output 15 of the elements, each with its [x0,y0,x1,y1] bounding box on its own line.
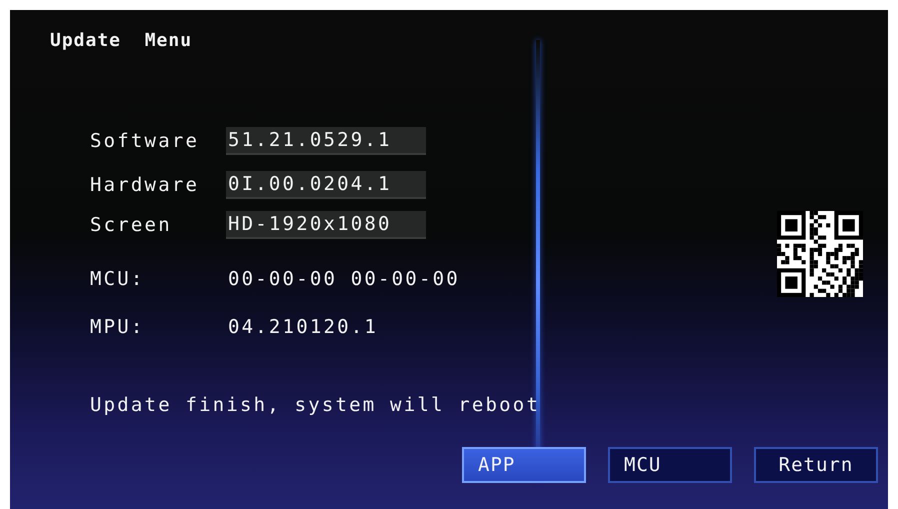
field-label: MCU: [90,268,146,290]
field-value: 04.210120.1 [227,316,380,338]
menu-button[interactable]: Return [754,447,878,483]
value-field: 0I.00.0204.1 [226,171,426,199]
field-value: 00-00-00 00-00-00 [227,268,461,290]
field-label: MPU: [90,316,146,338]
menu-button[interactable]: APP [462,447,586,483]
menu-button[interactable]: MCU [608,447,732,483]
field-label: Hardware [90,174,200,196]
value-field: HD-1920x1080 [226,211,426,239]
field-label: Screen [90,214,173,236]
status-message: Update finish, system will reboot [90,394,540,416]
value-field: 51.21.0529.1 [226,127,426,155]
menu-title: Update Menu [50,30,194,51]
field-label: Software [90,130,200,152]
